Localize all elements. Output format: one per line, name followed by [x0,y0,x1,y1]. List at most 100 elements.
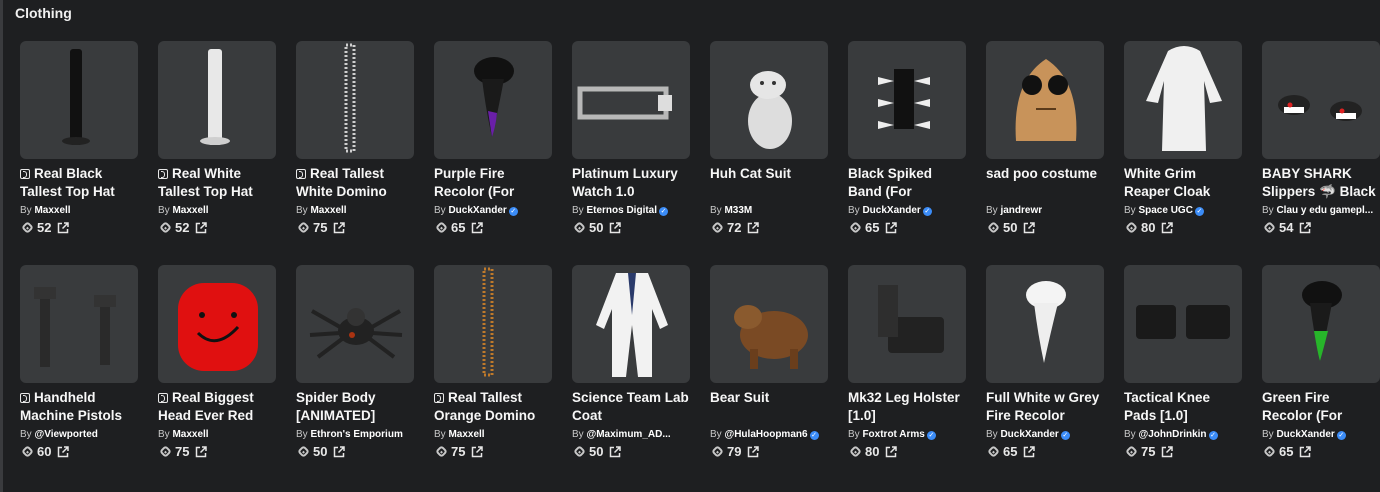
external-link-icon[interactable] [57,221,70,234]
item-name[interactable]: Purple Fire Recolor (For [434,165,552,200]
creator-name[interactable]: Maxxell [448,429,484,440]
item-card[interactable]: Huh Cat Suit By M33M 72 [710,41,828,265]
item-card[interactable]: Tactical Knee Pads [1.0] By @JohnDrinkin… [1124,265,1242,489]
item-card[interactable]: Full White w Grey Fire Recolor By DuckXa… [986,265,1104,489]
external-link-icon[interactable] [471,445,484,458]
item-card[interactable]: Green Fire Recolor (For By DuckXander ✓ 6… [1262,265,1380,489]
item-name[interactable]: Spider Body [ANIMATED] [296,389,414,424]
item-card[interactable]: Real Biggest Head Ever Red By Maxxell 75 [158,265,276,489]
item-name[interactable]: Science Team Lab Coat [572,389,690,424]
reaper-cloak-thumbnail[interactable] [1124,41,1242,159]
item-card[interactable]: Purple Fire Recolor (For By DuckXander ✓ … [434,41,552,265]
external-link-icon[interactable] [195,221,208,234]
creator-name[interactable]: Space UGC [1138,205,1192,216]
creator-name[interactable]: Eternos Digital [586,205,657,216]
creator-name[interactable]: Maxxell [172,429,208,440]
creator-name[interactable]: M33M [724,205,752,216]
creator-name[interactable]: Clau y edu gamepl... [1276,205,1373,216]
poo-costume-thumbnail[interactable] [986,41,1104,159]
item-name[interactable]: Tactical Knee Pads [1.0] [1124,389,1242,424]
item-name[interactable]: Huh Cat Suit [710,165,828,200]
external-link-icon[interactable] [195,445,208,458]
item-name[interactable]: Handheld Machine Pistols [20,389,138,424]
external-link-icon[interactable] [747,221,760,234]
item-name[interactable]: Full White w Grey Fire Recolor [986,389,1104,424]
external-link-icon[interactable] [885,445,898,458]
item-card[interactable]: Handheld Machine Pistols By @Viewported … [20,265,138,489]
creator-name[interactable]: Foxtrot Arms [862,429,924,440]
creator-name[interactable]: Maxxell [172,205,208,216]
spiked-band-thumbnail[interactable] [848,41,966,159]
creator-name[interactable]: @Viewported [34,429,97,440]
item-card[interactable]: Real White Tallest Top Hat By Maxxell 52 [158,41,276,265]
external-link-icon[interactable] [57,445,70,458]
creator-name[interactable]: jandrewr [1000,205,1042,216]
external-link-icon[interactable] [333,445,346,458]
external-link-icon[interactable] [1161,221,1174,234]
watch-thumbnail[interactable] [572,41,690,159]
creator-name[interactable]: Maxxell [310,205,346,216]
creator-name[interactable]: @Maximum_AD... [586,429,670,440]
item-name[interactable]: Mk32 Leg Holster [1.0] [848,389,966,424]
item-name[interactable]: Green Fire Recolor (For [1262,389,1380,424]
item-name[interactable]: Real White Tallest Top Hat [158,165,276,200]
external-link-icon[interactable] [1023,221,1036,234]
external-link-icon[interactable] [333,221,346,234]
external-link-icon[interactable] [1161,445,1174,458]
item-card[interactable]: Platinum Luxury Watch 1.0 By Eternos Dig… [572,41,690,265]
lab-coat-thumbnail[interactable] [572,265,690,383]
purple-fire-hair-thumbnail[interactable] [434,41,552,159]
creator-name[interactable]: Maxxell [34,205,70,216]
creator-name[interactable]: @HulaHoopman6 [724,429,807,440]
external-link-icon[interactable] [609,221,622,234]
knee-pads-thumbnail[interactable] [1124,265,1242,383]
creator-name[interactable]: DuckXander [1000,429,1058,440]
white-fire-hair-thumbnail[interactable] [986,265,1104,383]
external-link-icon[interactable] [885,221,898,234]
item-card[interactable]: Real Black Tallest Top Hat By Maxxell 52 [20,41,138,265]
orange-domino-thumbnail[interactable] [434,265,552,383]
leg-holster-thumbnail[interactable] [848,265,966,383]
item-name[interactable]: Real Biggest Head Ever Red [158,389,276,424]
pistols-thumbnail[interactable] [20,265,138,383]
white-domino-thumbnail[interactable] [296,41,414,159]
external-link-icon[interactable] [1023,445,1036,458]
item-name[interactable]: Black Spiked Band (For [848,165,966,200]
item-name[interactable]: Bear Suit [710,389,828,424]
external-link-icon[interactable] [471,221,484,234]
external-link-icon[interactable] [747,445,760,458]
item-card[interactable]: Science Team Lab Coat By @Maximum_AD... … [572,265,690,489]
external-link-icon[interactable] [609,445,622,458]
shark-slippers-thumbnail[interactable] [1262,41,1380,159]
creator-name[interactable]: DuckXander [1276,429,1334,440]
item-card[interactable]: Real Tallest White Domino By Maxxell 75 [296,41,414,265]
creator-name[interactable]: DuckXander [862,205,920,216]
item-card[interactable]: Mk32 Leg Holster [1.0] By Foxtrot Arms ✓ … [848,265,966,489]
item-card[interactable]: White Grim Reaper Cloak By Space UGC ✓ 80 [1124,41,1242,265]
item-name[interactable]: Real Black Tallest Top Hat [20,165,138,200]
creator-name[interactable]: @JohnDrinkin [1138,429,1206,440]
item-card[interactable]: Spider Body [ANIMATED] By Ethron's Empor… [296,265,414,489]
item-card[interactable]: BABY SHARK Slippers 🦈 Black By Clau y ed… [1262,41,1380,265]
item-card[interactable]: sad poo costume By jandrewr 50 [986,41,1104,265]
spider-thumbnail[interactable] [296,265,414,383]
creator-name[interactable]: Ethron's Emporium [310,429,402,440]
item-card[interactable]: Black Spiked Band (For By DuckXander ✓ 65 [848,41,966,265]
item-name[interactable]: Platinum Luxury Watch 1.0 [572,165,690,200]
black-tall-hat-thumbnail[interactable] [20,41,138,159]
external-link-icon[interactable] [1299,221,1312,234]
item-card[interactable]: Bear Suit By @HulaHoopman6 ✓ 79 [710,265,828,489]
bear-suit-thumbnail[interactable] [710,265,828,383]
cat-suit-thumbnail[interactable] [710,41,828,159]
creator-name[interactable]: DuckXander [448,205,506,216]
item-name[interactable]: White Grim Reaper Cloak [1124,165,1242,200]
item-name[interactable]: BABY SHARK Slippers 🦈 Black [1262,165,1380,200]
item-name[interactable]: Real Tallest Orange Domino [434,389,552,424]
item-name[interactable]: Real Tallest White Domino [296,165,414,200]
item-card[interactable]: Real Tallest Orange Domino By Maxxell 75 [434,265,552,489]
red-head-thumbnail[interactable] [158,265,276,383]
green-fire-hair-thumbnail[interactable] [1262,265,1380,383]
external-link-icon[interactable] [1299,445,1312,458]
white-tall-hat-thumbnail[interactable] [158,41,276,159]
item-name[interactable]: sad poo costume [986,165,1104,200]
